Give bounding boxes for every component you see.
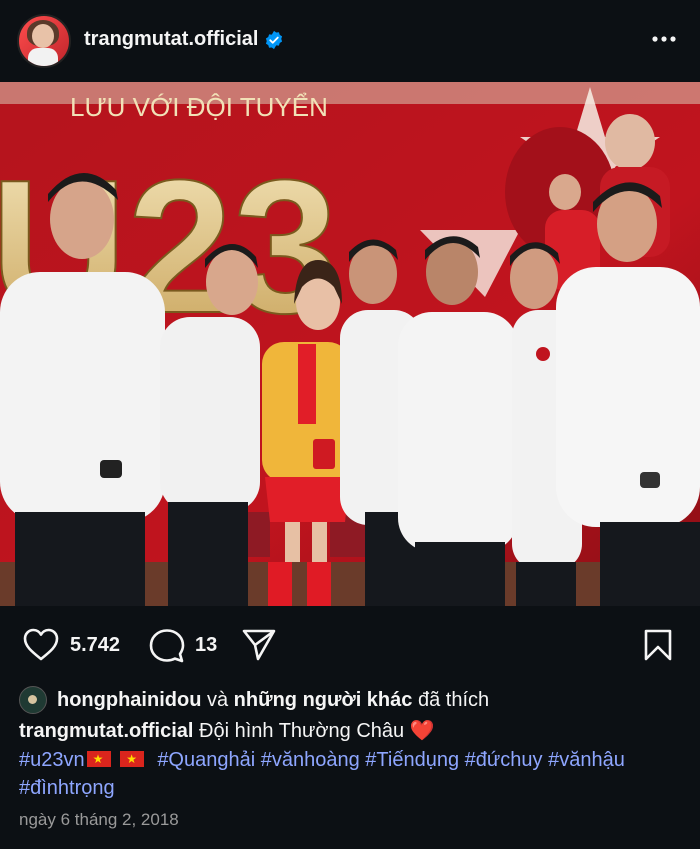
heart-icon[interactable] bbox=[23, 628, 59, 662]
vietnam-flag-icon bbox=[86, 751, 111, 767]
hashtag-duchuy[interactable]: #đứchuy bbox=[465, 749, 543, 771]
post-photo[interactable]: LƯU VỚI ĐỘI TUYỂN U23 bbox=[0, 82, 700, 606]
profile-avatar[interactable] bbox=[17, 14, 71, 68]
hashtag-quanghai[interactable]: #Quanghải bbox=[157, 749, 255, 771]
post-caption: trangmutat.official Đội hình Thường Châu… bbox=[19, 718, 435, 743]
hashtag-vanhau[interactable]: #vănhậu bbox=[548, 749, 625, 771]
caption-username[interactable]: trangmutat.official bbox=[19, 720, 193, 742]
comment-icon[interactable] bbox=[149, 628, 185, 664]
liker-avatar[interactable] bbox=[19, 686, 47, 714]
post-actions: 5.742 13 bbox=[0, 606, 700, 684]
more-options-icon[interactable] bbox=[650, 28, 678, 50]
liked-by-line: hongphainidou và những người khác đã thí… bbox=[19, 686, 489, 714]
vietnam-flag-icon bbox=[120, 751, 145, 767]
group-photo-illustration: LƯU VỚI ĐỘI TUYỂN U23 bbox=[0, 82, 700, 606]
liker-username[interactable]: hongphainidou bbox=[57, 689, 201, 712]
comments-count[interactable]: 13 bbox=[195, 634, 217, 657]
post-date: ngày 6 tháng 2, 2018 bbox=[19, 810, 179, 829]
post-author-username[interactable]: trangmutat.official bbox=[84, 28, 258, 51]
hashtag-tiendung[interactable]: #Tiếndụng bbox=[365, 749, 459, 771]
hashtag-dinhtrong[interactable]: #đìnhtrọng bbox=[19, 777, 115, 799]
post-author[interactable]: trangmutat.official bbox=[84, 28, 284, 51]
hashtag-vanhoang[interactable]: #vănhoàng bbox=[261, 749, 360, 771]
verified-badge-icon bbox=[266, 30, 283, 49]
share-icon[interactable] bbox=[241, 628, 277, 662]
banner-text: LƯU VỚI ĐỘI TUYỂN bbox=[70, 92, 328, 122]
hashtag-u23vn[interactable]: #u23vn bbox=[19, 749, 85, 771]
liked-by-others[interactable]: những người khác bbox=[234, 689, 413, 712]
liked-by-connector: và bbox=[206, 688, 229, 711]
likes-count[interactable]: 5.742 bbox=[70, 634, 120, 657]
hashtags: #u23vn #Quanghải #vănhoàng #Tiếndụng #đứ… bbox=[19, 746, 679, 802]
red-heart-emoji: ❤️ bbox=[409, 720, 435, 742]
post-header: trangmutat.official bbox=[0, 0, 700, 82]
liked-by-suffix: đã thích bbox=[417, 688, 490, 711]
caption-text: Đội hình Thường Châu bbox=[199, 720, 405, 742]
bookmark-icon[interactable] bbox=[643, 628, 673, 662]
